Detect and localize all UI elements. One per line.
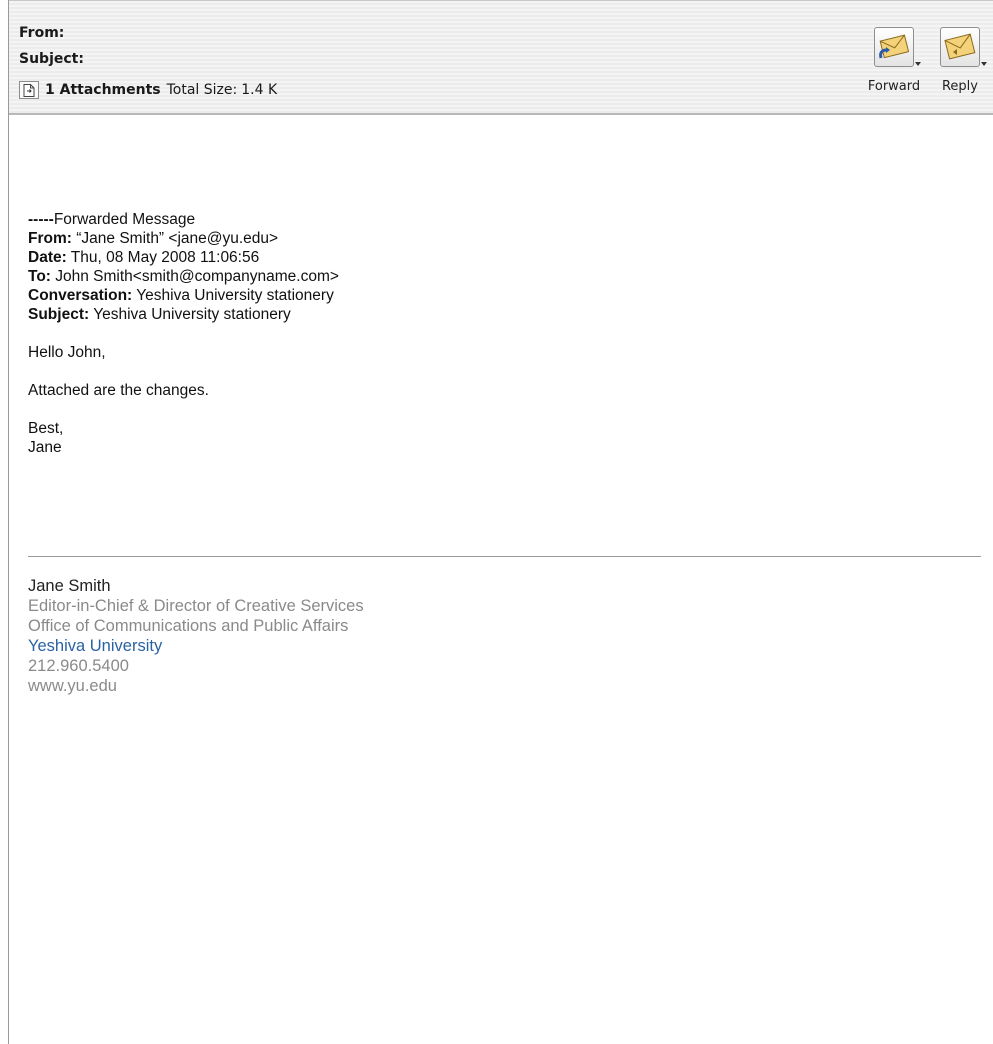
signature-website[interactable]: www.yu.edu <box>28 676 364 696</box>
document-icon[interactable] <box>19 81 39 99</box>
forward-dashes: ----- <box>28 211 54 228</box>
meta-date-label: Date: <box>28 249 67 266</box>
closing-word: Best, <box>28 420 64 437</box>
meta-from-value: “Jane Smith” <jane@yu.edu> <box>76 230 279 247</box>
from-label: From: <box>19 25 65 41</box>
total-size-value: 1.4 K <box>241 82 278 98</box>
forward-label: Forward <box>867 79 921 94</box>
meta-to: To: John Smith<smith@companyname.com> <box>28 267 978 286</box>
mail-window: From: Subject: 1 Attachments Total Size:… <box>8 0 993 1044</box>
signature-name: Jane Smith <box>28 577 111 595</box>
body-text: Attached are the changes. <box>28 382 209 399</box>
subject-label: Subject: <box>19 51 84 67</box>
reply-label: Reply <box>941 79 978 94</box>
signature-phone: 212.960.5400 <box>28 657 129 675</box>
meta-conversation-value: Yeshiva University stationery <box>136 287 334 304</box>
signature-divider <box>28 556 981 557</box>
meta-subject-value: Yeshiva University stationery <box>93 306 291 323</box>
meta-to-label: To: <box>28 268 51 285</box>
forward-envelope-icon[interactable] <box>874 27 921 67</box>
reply-envelope-icon[interactable] <box>940 27 987 67</box>
signature-title: Editor-in-Chief & Director of Creative S… <box>28 597 364 615</box>
meta-date: Date: Thu, 08 May 2008 11:06:56 <box>28 248 978 267</box>
mail-header: From: Subject: 1 Attachments Total Size:… <box>9 0 993 115</box>
forward-button[interactable]: Forward <box>867 27 921 109</box>
greeting: Hello John, <box>28 344 106 361</box>
total-size-label: Total Size: <box>166 82 238 98</box>
meta-subject: Subject: Yeshiva University stationery <box>28 305 978 324</box>
meta-date-value: Thu, 08 May 2008 11:06:56 <box>70 249 260 266</box>
signature-block: Jane Smith Editor-in-Chief & Director of… <box>28 576 364 696</box>
forwarded-message-line: -----Forwarded Message <box>28 210 978 229</box>
meta-conversation: Conversation: Yeshiva University station… <box>28 286 978 305</box>
chevron-down-icon <box>981 62 987 66</box>
chevron-down-icon <box>915 62 921 66</box>
meta-from-label: From: <box>28 230 72 247</box>
attachments-count[interactable]: 1 Attachments <box>45 82 161 98</box>
attachments-row[interactable]: 1 Attachments Total Size: 1.4 K <box>19 79 277 101</box>
forward-title: Forwarded Message <box>53 211 196 228</box>
signature-university-link[interactable]: Yeshiva University <box>28 636 364 656</box>
signature-office: Office of Communications and Public Affa… <box>28 617 349 635</box>
meta-from: From: “Jane Smith” <jane@yu.edu> <box>28 229 978 248</box>
meta-conversation-label: Conversation: <box>28 287 133 304</box>
message-body: -----Forwarded Message From: “Jane Smith… <box>28 210 978 457</box>
meta-subject-label: Subject: <box>28 306 90 323</box>
closing: Best, Jane <box>28 419 978 457</box>
closing-name: Jane <box>28 439 62 456</box>
meta-to-value: John Smith<smith@companyname.com> <box>55 268 339 285</box>
reply-button[interactable]: Reply <box>933 27 987 109</box>
